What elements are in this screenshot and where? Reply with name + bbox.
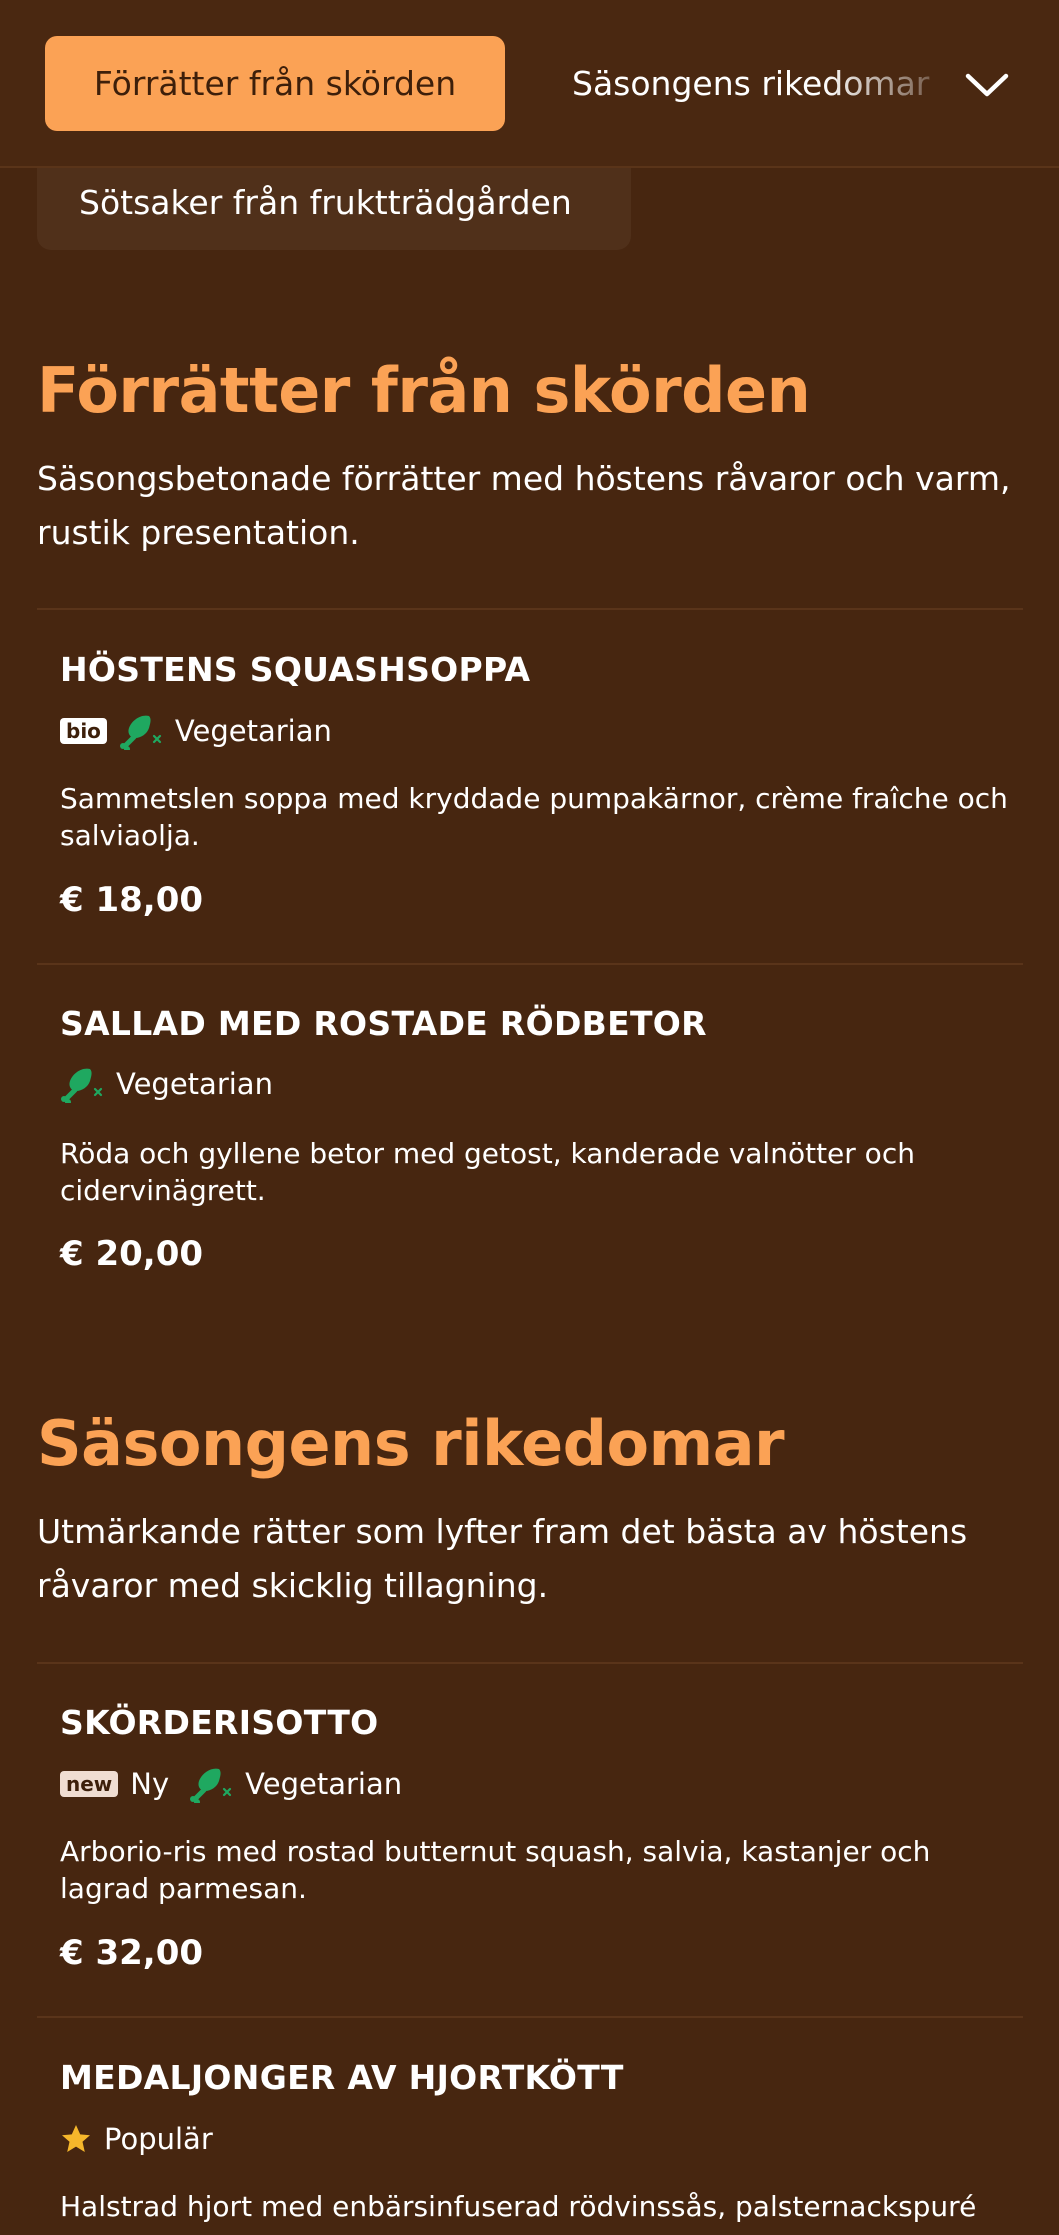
nav-tab-sotsaker[interactable]: Sötsaker från fruktträdgården	[37, 168, 631, 250]
item-description: Röda och gyllene betor med getost, kande…	[60, 1137, 915, 1207]
nav-tab-forratter[interactable]: Förrätter från skörden	[45, 36, 505, 131]
item-tag-label: Vegetarian	[116, 1067, 273, 1101]
new-badge: new	[60, 1771, 119, 1797]
no-meat-icon	[60, 1065, 104, 1103]
item-name: SALLAD MED ROSTADE RÖDBETOR	[60, 1004, 707, 1043]
item-price: € 18,00	[60, 880, 204, 920]
item-tag-label: Vegetarian	[174, 714, 332, 748]
divider	[37, 608, 1023, 610]
category-nav: Förrätter från skörden Säsongens rikedom…	[0, 0, 1059, 168]
item-price: € 32,00	[60, 1933, 204, 1973]
divider	[37, 963, 1023, 965]
item-tags: bio Vegetarian	[60, 711, 332, 751]
item-tags: new Ny Vegetarian	[60, 1764, 402, 1804]
item-description: Arborio-ris med rostad butternut squash,…	[60, 1835, 931, 1905]
item-badge-label: Ny	[130, 1767, 170, 1801]
item-name: HÖSTENS SQUASHSOPPA	[60, 650, 531, 689]
item-price: € 20,00	[60, 1234, 204, 1274]
section-description: Utmärkande rätter som lyfter fram det bä…	[37, 1512, 968, 1605]
bio-badge: bio	[60, 718, 107, 744]
item-tag-label: Vegetarian	[245, 1767, 403, 1801]
section-title: Förrätter från skörden	[37, 354, 811, 427]
divider	[37, 1662, 1023, 1664]
item-description: Halstrad hjort med enbärsinfuserad rödvi…	[60, 2190, 977, 2223]
section-description: Säsongsbetonade förrätter med höstens rå…	[37, 459, 1011, 552]
item-tags: Populär	[60, 2119, 213, 2159]
item-tags: Vegetarian	[60, 1064, 273, 1104]
divider	[37, 2016, 1023, 2018]
star-icon	[60, 2123, 92, 2155]
nav-tab-sasongens[interactable]: Säsongens rikedomar	[572, 36, 932, 131]
item-description: Sammetslen soppa med kryddade pumpakärno…	[60, 782, 1008, 852]
item-name: MEDALJONGER AV HJORTKÖTT	[60, 2058, 624, 2097]
section-title: Säsongens rikedomar	[37, 1407, 785, 1480]
item-name: SKÖRDERISOTTO	[60, 1703, 379, 1742]
no-meat-icon	[189, 1765, 233, 1803]
item-tag-label: Populär	[104, 2122, 213, 2156]
chevron-down-icon[interactable]	[960, 58, 1014, 112]
no-meat-icon	[119, 712, 163, 750]
